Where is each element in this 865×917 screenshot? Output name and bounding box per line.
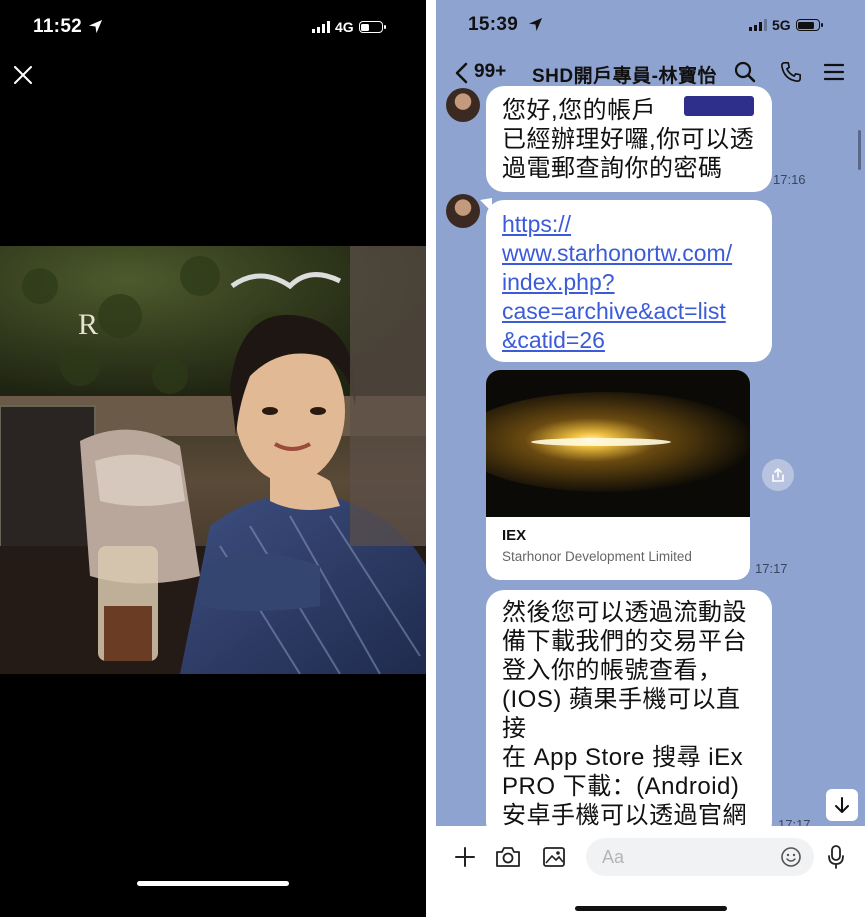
image-icon[interactable] xyxy=(542,846,566,868)
sender-avatar[interactable] xyxy=(446,194,480,228)
network-type: 4G xyxy=(335,19,354,35)
phone-icon[interactable] xyxy=(780,61,802,83)
message-input[interactable]: Aa xyxy=(586,838,814,876)
battery-icon xyxy=(795,19,823,31)
network-type: 5G xyxy=(772,17,791,33)
location-arrow-icon xyxy=(88,19,103,34)
message-bubble[interactable]: 您好,您的帳戶 已經辦理好囉,你可以透 過電郵查詢你的密碼 xyxy=(486,86,772,192)
home-indicator xyxy=(575,906,727,911)
preview-image xyxy=(486,370,750,517)
input-bar: Aa xyxy=(436,826,865,917)
sender-avatar[interactable] xyxy=(446,88,480,122)
input-placeholder: Aa xyxy=(602,847,625,867)
scrollbar-thumb[interactable] xyxy=(858,130,861,170)
link-line[interactable]: case=archive&act=list xyxy=(502,297,756,326)
back-chevron-icon[interactable] xyxy=(454,62,468,84)
status-time: 11:52 xyxy=(33,16,83,37)
status-icons: 4G xyxy=(312,19,386,35)
share-icon xyxy=(772,468,784,482)
status-time: 15:39 xyxy=(468,14,519,35)
message-text: 然後您可以透過流動設 備下載我們的交易平台 登入你的帳號查看， (IOS) 蘋果… xyxy=(502,599,747,858)
message-time: 17:17 xyxy=(755,561,788,576)
chat-screen: 15:39 5G 99+ SHD開戶專員-林寶怡 您好,您的帳戶 已經辦理好囉,… xyxy=(436,0,865,917)
message-time: 17:16 xyxy=(773,172,806,187)
share-button[interactable] xyxy=(762,459,794,491)
unread-count[interactable]: 99+ xyxy=(474,61,506,83)
microphone-icon[interactable] xyxy=(826,844,846,870)
close-icon[interactable] xyxy=(14,66,32,84)
photo-image: R xyxy=(0,246,426,674)
link-message-bubble[interactable]: https:// www.starhonortw.com/ index.php?… xyxy=(486,200,772,362)
redacted-account-number xyxy=(684,96,754,116)
link-line[interactable]: &catid=26 xyxy=(502,326,756,355)
svg-text:R: R xyxy=(78,308,98,341)
chat-title: SHD開戶專員-林寶怡 xyxy=(532,66,717,87)
link-line[interactable]: index.php? xyxy=(502,268,756,297)
status-icons: 5G xyxy=(749,17,823,33)
link-line[interactable]: www.starhonortw.com/ xyxy=(502,239,756,268)
location-arrow-icon xyxy=(528,17,543,32)
scroll-to-bottom-button[interactable] xyxy=(826,789,858,821)
menu-icon[interactable] xyxy=(824,63,844,81)
home-indicator xyxy=(137,881,289,886)
emoji-icon[interactable] xyxy=(780,846,802,868)
card-title: IEX xyxy=(502,527,527,544)
camera-icon[interactable] xyxy=(495,846,521,868)
signal-icon xyxy=(749,19,767,31)
arrow-down-icon xyxy=(835,797,849,813)
photo-viewer-screen: 11:52 4G R xyxy=(0,0,426,917)
message-bubble[interactable]: 然後您可以透過流動設 備下載我們的交易平台 登入你的帳號查看， (IOS) 蘋果… xyxy=(486,590,772,858)
battery-icon xyxy=(358,21,386,33)
link-preview-card[interactable]: IEX Starhonor Development Limited xyxy=(486,370,750,580)
plus-icon[interactable] xyxy=(454,846,476,868)
signal-icon xyxy=(312,21,330,33)
search-icon[interactable] xyxy=(734,61,756,83)
card-subtitle: Starhonor Development Limited xyxy=(502,549,692,564)
link-line[interactable]: https:// xyxy=(502,210,756,239)
